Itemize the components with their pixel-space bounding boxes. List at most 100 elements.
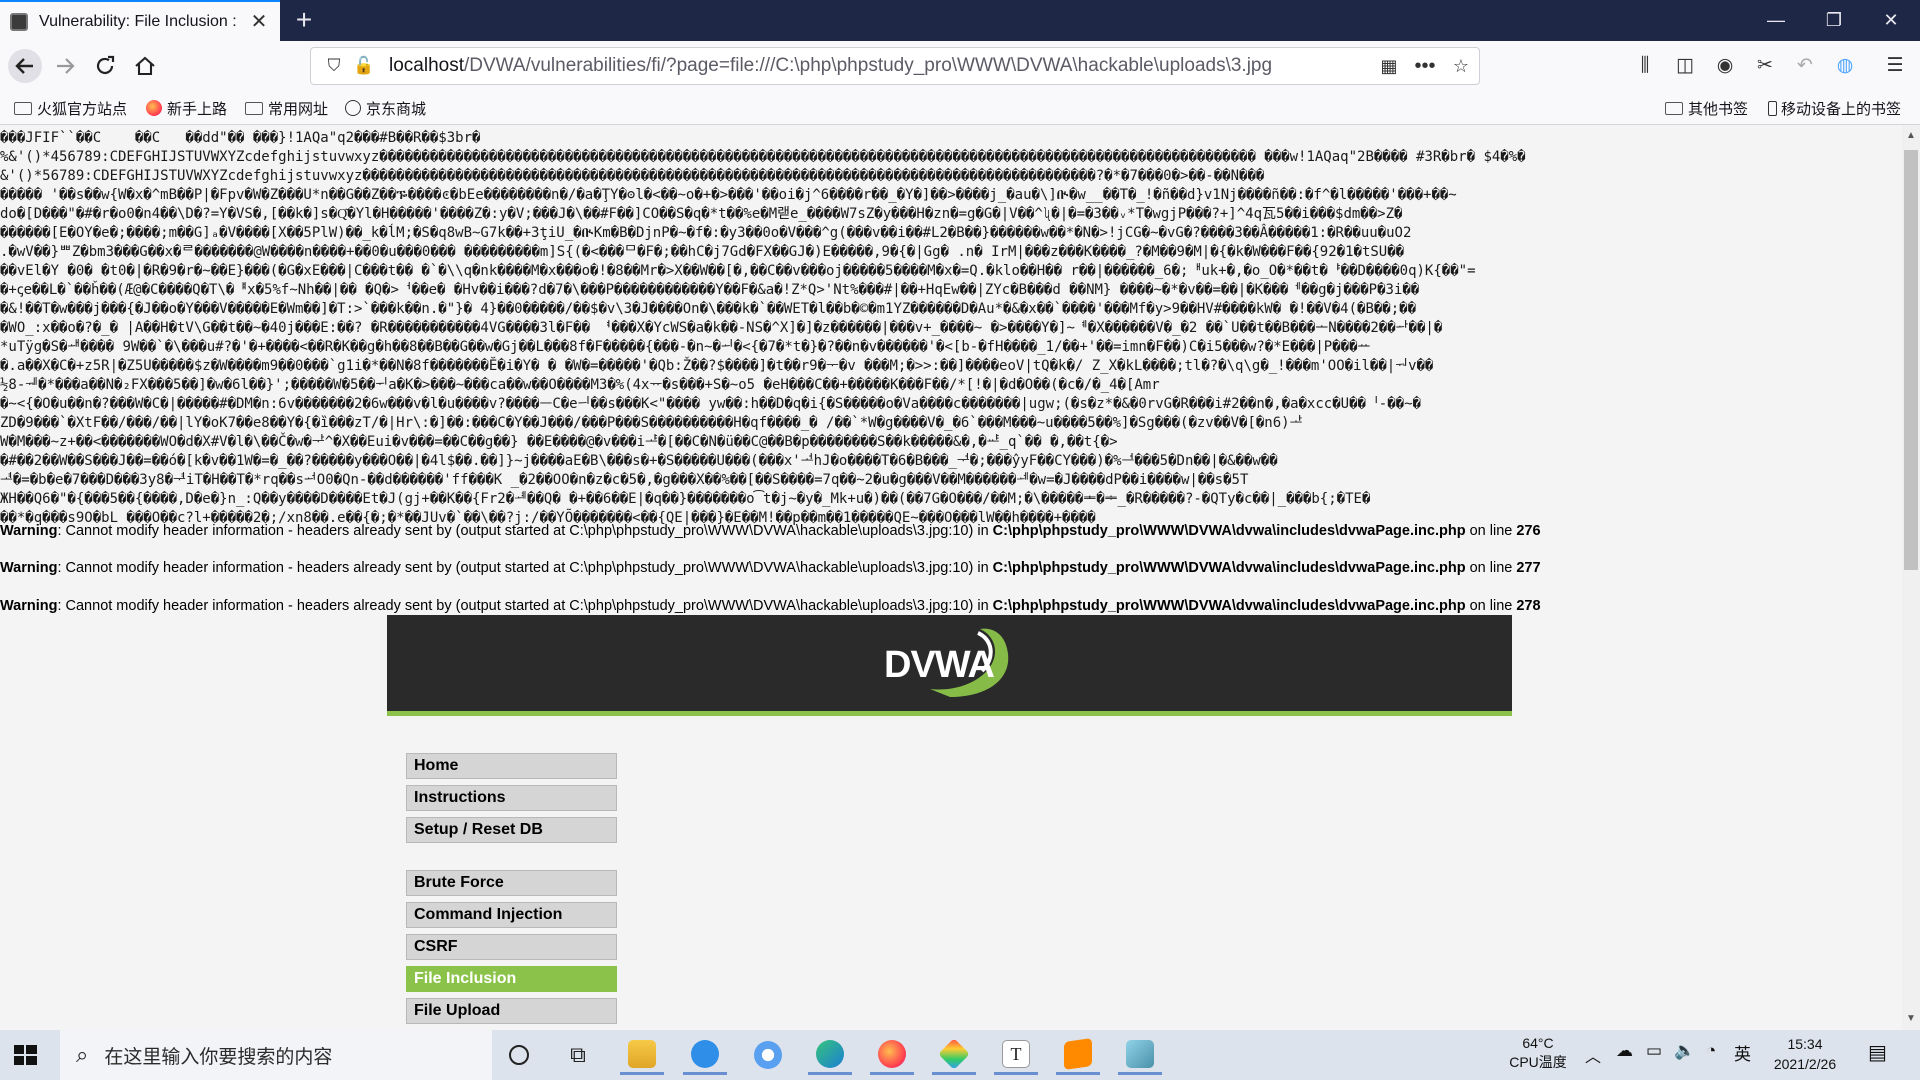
back-arrow-icon [15, 58, 33, 74]
file-explorer-icon[interactable] [620, 1035, 664, 1075]
address-bar[interactable]: ⛉ 🔓 localhost/DVWA/vulnerabilities/fi/?p… [310, 47, 1480, 85]
library-icon[interactable]: ⫼ [1628, 49, 1662, 83]
account-icon[interactable]: ◉ [1708, 49, 1742, 83]
folder-icon [245, 101, 263, 115]
firefox-icon[interactable] [870, 1035, 914, 1075]
menu-setup-reset-db[interactable]: Setup / Reset DB [406, 817, 617, 843]
qr-code-icon[interactable]: ▦ [1371, 56, 1407, 77]
undo-icon[interactable]: ↶ [1788, 49, 1822, 83]
cpu-temp-label: CPU温度 [1509, 1054, 1567, 1070]
clock-date: 2021/2/26 [1773, 1056, 1837, 1072]
search-icon: ⌕ [76, 1042, 89, 1067]
warning-line-text: on line [1465, 523, 1517, 539]
bookmark-jd-mall[interactable]: 京东商城 [345, 97, 426, 119]
menu-brute-force[interactable]: Brute Force [406, 870, 617, 896]
tab-close-icon[interactable]: ✕ [248, 9, 270, 34]
folder-icon [1665, 101, 1683, 115]
warning-message: : Cannot modify header information - hea… [57, 598, 993, 614]
menu-icon[interactable]: ☰ [1878, 49, 1912, 83]
app-blue-icon[interactable] [683, 1035, 727, 1075]
tray-chevron-icon[interactable]: ︿ [1585, 1043, 1601, 1067]
taskbar-search-box[interactable]: ⌕ 在这里输入你要搜索的内容 [60, 1030, 492, 1080]
active-tab[interactable]: Vulnerability: File Inclusion : ✕ [0, 0, 280, 41]
volume-icon[interactable]: 🔈 [1674, 1041, 1695, 1061]
page-actions-icon[interactable]: ••• [1407, 55, 1443, 78]
php-warning: Warning: Cannot modify header informatio… [0, 560, 1541, 576]
warning-line-text: on line [1465, 598, 1517, 614]
warning-label: Warning [0, 523, 58, 539]
back-button[interactable] [8, 49, 42, 83]
bookmark-label: 移动设备上的书签 [1781, 100, 1902, 118]
bookmark-other[interactable]: 其他书签 [1665, 97, 1748, 119]
menu-file-inclusion[interactable]: File Inclusion [406, 966, 617, 992]
globe-icon [345, 100, 361, 116]
app-notepad-icon[interactable] [1118, 1035, 1162, 1075]
insecure-lock-icon[interactable]: 🔓 [349, 56, 379, 76]
scroll-down-icon[interactable]: ▼ [1902, 1010, 1920, 1028]
warning-label: Warning [0, 598, 58, 614]
warning-message: : Cannot modify header information - hea… [57, 523, 993, 539]
url-text[interactable]: localhost/DVWA/vulnerabilities/fi/?page=… [389, 55, 1371, 77]
search-placeholder: 在这里输入你要搜索的内容 [104, 1046, 333, 1068]
cpu-temp-value: 64°C [1522, 1035, 1554, 1051]
home-icon [135, 56, 155, 76]
start-button[interactable] [10, 1040, 40, 1070]
edge-icon[interactable] [808, 1035, 852, 1075]
reload-icon [96, 55, 115, 75]
minimize-button[interactable]: — [1747, 0, 1805, 41]
clock[interactable]: 15:34 2021/2/26 [1770, 1034, 1840, 1074]
restore-button[interactable]: ❐ [1805, 0, 1863, 41]
warning-file: C:\php\phpstudy_pro\WWW\DVWA\dvwa\includ… [992, 598, 1466, 614]
bookmark-label: 火狐官方站点 [37, 100, 128, 118]
close-window-button[interactable]: ✕ [1862, 0, 1920, 41]
warning-message: : Cannot modify header information - hea… [57, 560, 993, 576]
tab-title: Vulnerability: File Inclusion : [39, 12, 237, 30]
cortana-icon[interactable] [497, 1035, 541, 1075]
menu-instructions[interactable]: Instructions [406, 785, 617, 811]
network-icon[interactable]: ◔ [1706, 1041, 1716, 1061]
app-baidu-icon[interactable] [746, 1035, 790, 1075]
shield-icon[interactable]: ⛉ [319, 56, 349, 76]
home-button[interactable] [128, 49, 162, 83]
sidebar-icon[interactable]: ◫ [1668, 49, 1702, 83]
notification-icon[interactable]: ▤ [1868, 1040, 1887, 1065]
scrollbar-thumb[interactable] [1904, 150, 1918, 570]
forward-arrow-icon [57, 58, 75, 74]
tab-favicon-icon [10, 12, 28, 31]
app-diamond-icon[interactable] [932, 1035, 976, 1075]
bookmark-star-icon[interactable]: ☆ [1443, 56, 1479, 77]
ime-indicator[interactable]: 英 [1734, 1040, 1751, 1065]
warning-line-number: 277 [1516, 560, 1541, 576]
menu-file-upload[interactable]: File Upload [406, 998, 617, 1024]
url-path: /DVWA/vulnerabilities/fi/?page=file:///C… [464, 55, 1273, 76]
task-view-icon[interactable]: ⧉ [556, 1035, 600, 1075]
menu-home[interactable]: Home [406, 753, 617, 779]
extension-icon[interactable]: ◍ [1828, 49, 1862, 83]
warning-file: C:\php\phpstudy_pro\WWW\DVWA\dvwa\includ… [992, 560, 1466, 576]
warning-line-text: on line [1465, 560, 1517, 576]
forward-button[interactable] [48, 49, 82, 83]
screenshot-icon[interactable]: ✂ [1748, 49, 1782, 83]
cpu-temperature[interactable]: 64°C CPU温度 [1500, 1034, 1576, 1072]
folder-icon [14, 101, 32, 115]
warning-line-number: 278 [1516, 598, 1541, 614]
new-tab-button[interactable]: + [286, 4, 322, 38]
battery-icon[interactable]: ▭ [1646, 1041, 1662, 1061]
menu-csrf[interactable]: CSRF [406, 934, 617, 960]
bookmark-common-sites[interactable]: 常用网址 [245, 97, 328, 119]
mobile-device-icon [1768, 100, 1777, 116]
bookmark-firefox-official[interactable]: 火狐官方站点 [14, 97, 127, 119]
dvwa-logo-text: DVWA [884, 644, 995, 686]
bookmark-mobile[interactable]: 移动设备上的书签 [1768, 97, 1901, 119]
reload-button[interactable] [88, 49, 122, 83]
warning-label: Warning [0, 560, 58, 576]
binary-image-dump: ���JFIF``��C ��C ��dd"�� ���}!1AQa"q2���… [0, 130, 1526, 526]
scroll-up-icon[interactable]: ▲ [1902, 127, 1920, 145]
bookmark-label: 京东商城 [366, 100, 427, 118]
onedrive-icon[interactable]: ☁ [1616, 1041, 1633, 1061]
menu-command-injection[interactable]: Command Injection [406, 902, 617, 928]
typora-icon[interactable]: T [994, 1035, 1038, 1075]
warning-file: C:\php\phpstudy_pro\WWW\DVWA\dvwa\includ… [992, 523, 1466, 539]
bookmark-getting-started[interactable]: 新手上路 [146, 97, 227, 119]
sublime-icon[interactable] [1056, 1035, 1100, 1075]
